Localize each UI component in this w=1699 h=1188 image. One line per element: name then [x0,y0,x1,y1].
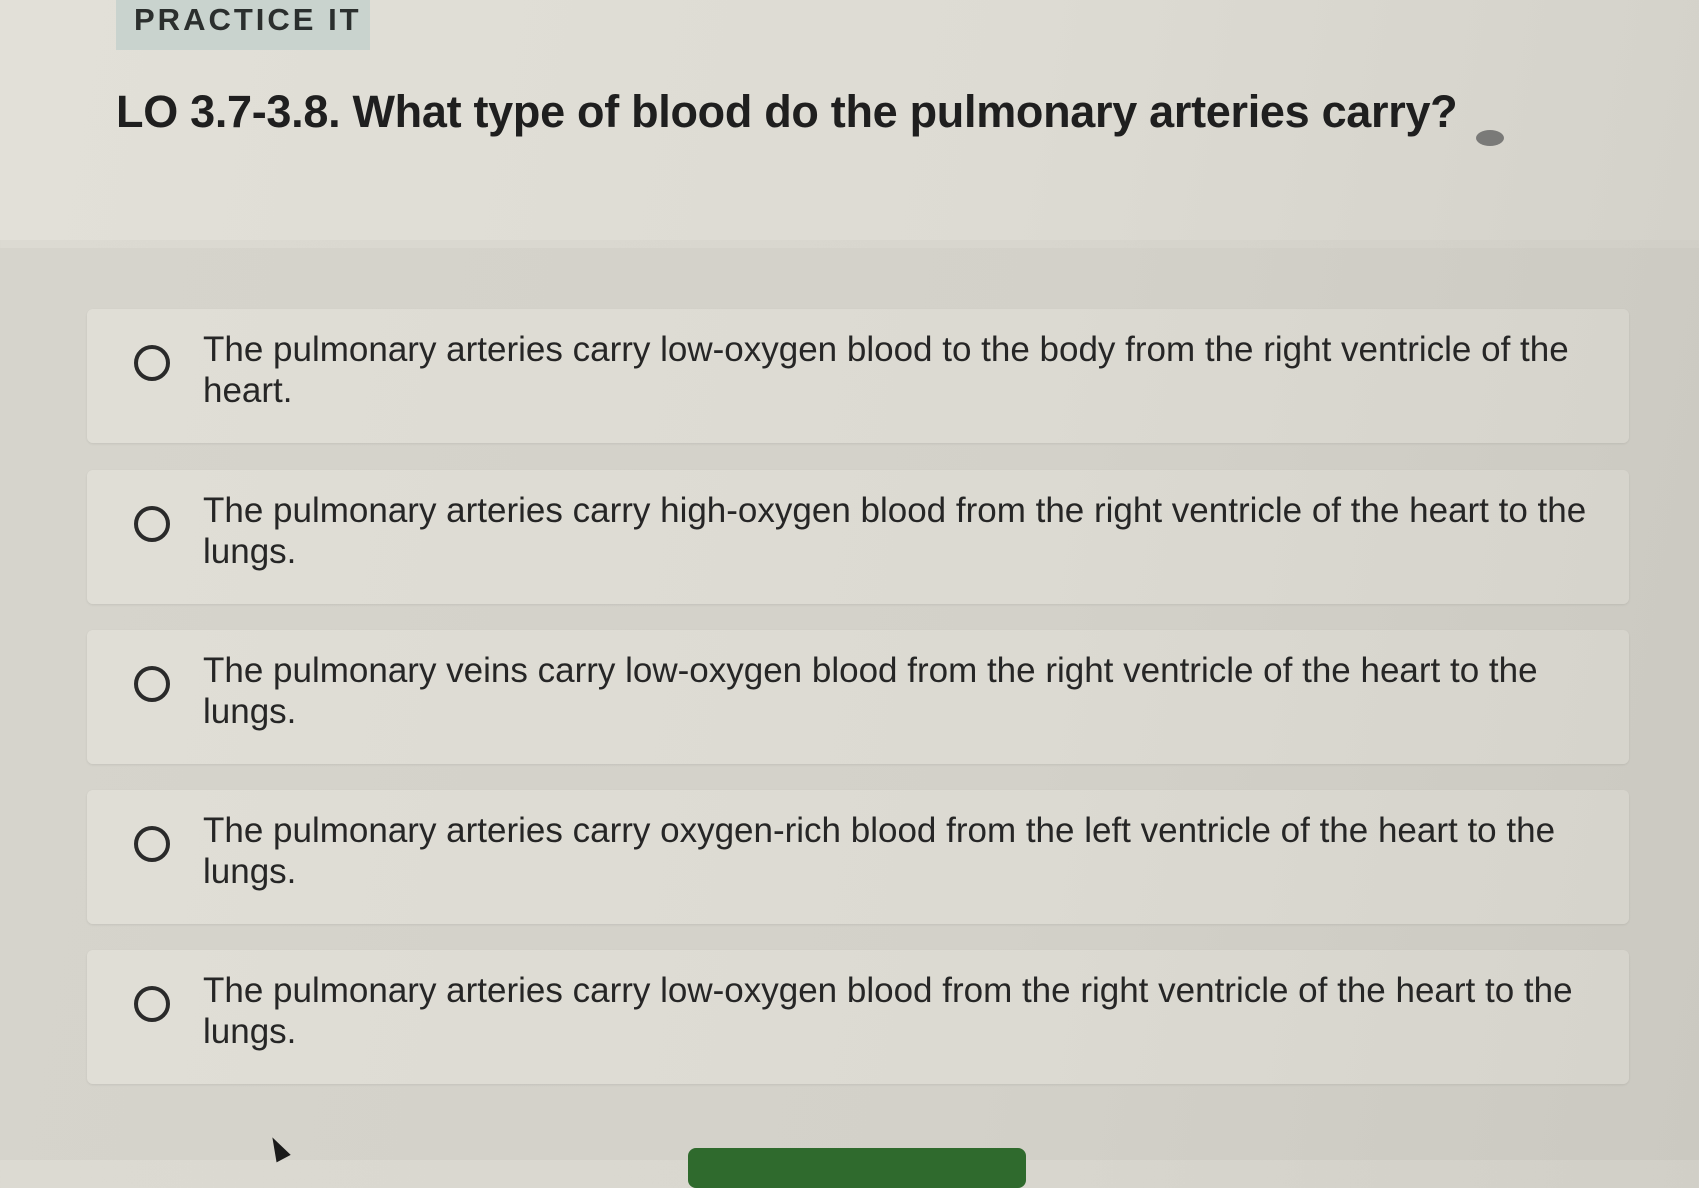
answer-option-3[interactable]: The pulmonary veins carry low-oxygen blo… [87,630,1629,764]
submit-button[interactable] [688,1148,1026,1188]
answer-option-5[interactable]: The pulmonary arteries carry low-oxygen … [87,950,1629,1084]
radio-button-icon[interactable] [134,986,170,1022]
radio-button-icon[interactable] [134,666,170,702]
answer-option-label: The pulmonary veins carry low-oxygen blo… [203,651,1538,731]
answer-option-2[interactable]: The pulmonary arteries carry high-oxygen… [87,470,1629,604]
answer-option-label: The pulmonary arteries carry oxygen-rich… [203,811,1556,891]
radio-button-icon[interactable] [134,826,170,862]
answer-option-1[interactable]: The pulmonary arteries carry low-oxygen … [87,309,1629,443]
answer-option-label: The pulmonary arteries carry low-oxygen … [203,971,1573,1051]
answer-option-label: The pulmonary arteries carry high-oxygen… [203,491,1587,571]
radio-button-icon[interactable] [134,345,170,381]
radio-button-icon[interactable] [134,506,170,542]
answer-option-4[interactable]: The pulmonary arteries carry oxygen-rich… [87,790,1629,924]
section-label: PRACTICE IT [134,2,362,37]
question-title: LO 3.7-3.8. What type of blood do the pu… [116,86,1458,137]
answer-option-label: The pulmonary arteries carry low-oxygen … [203,330,1569,410]
screen-smudge [1476,130,1504,146]
